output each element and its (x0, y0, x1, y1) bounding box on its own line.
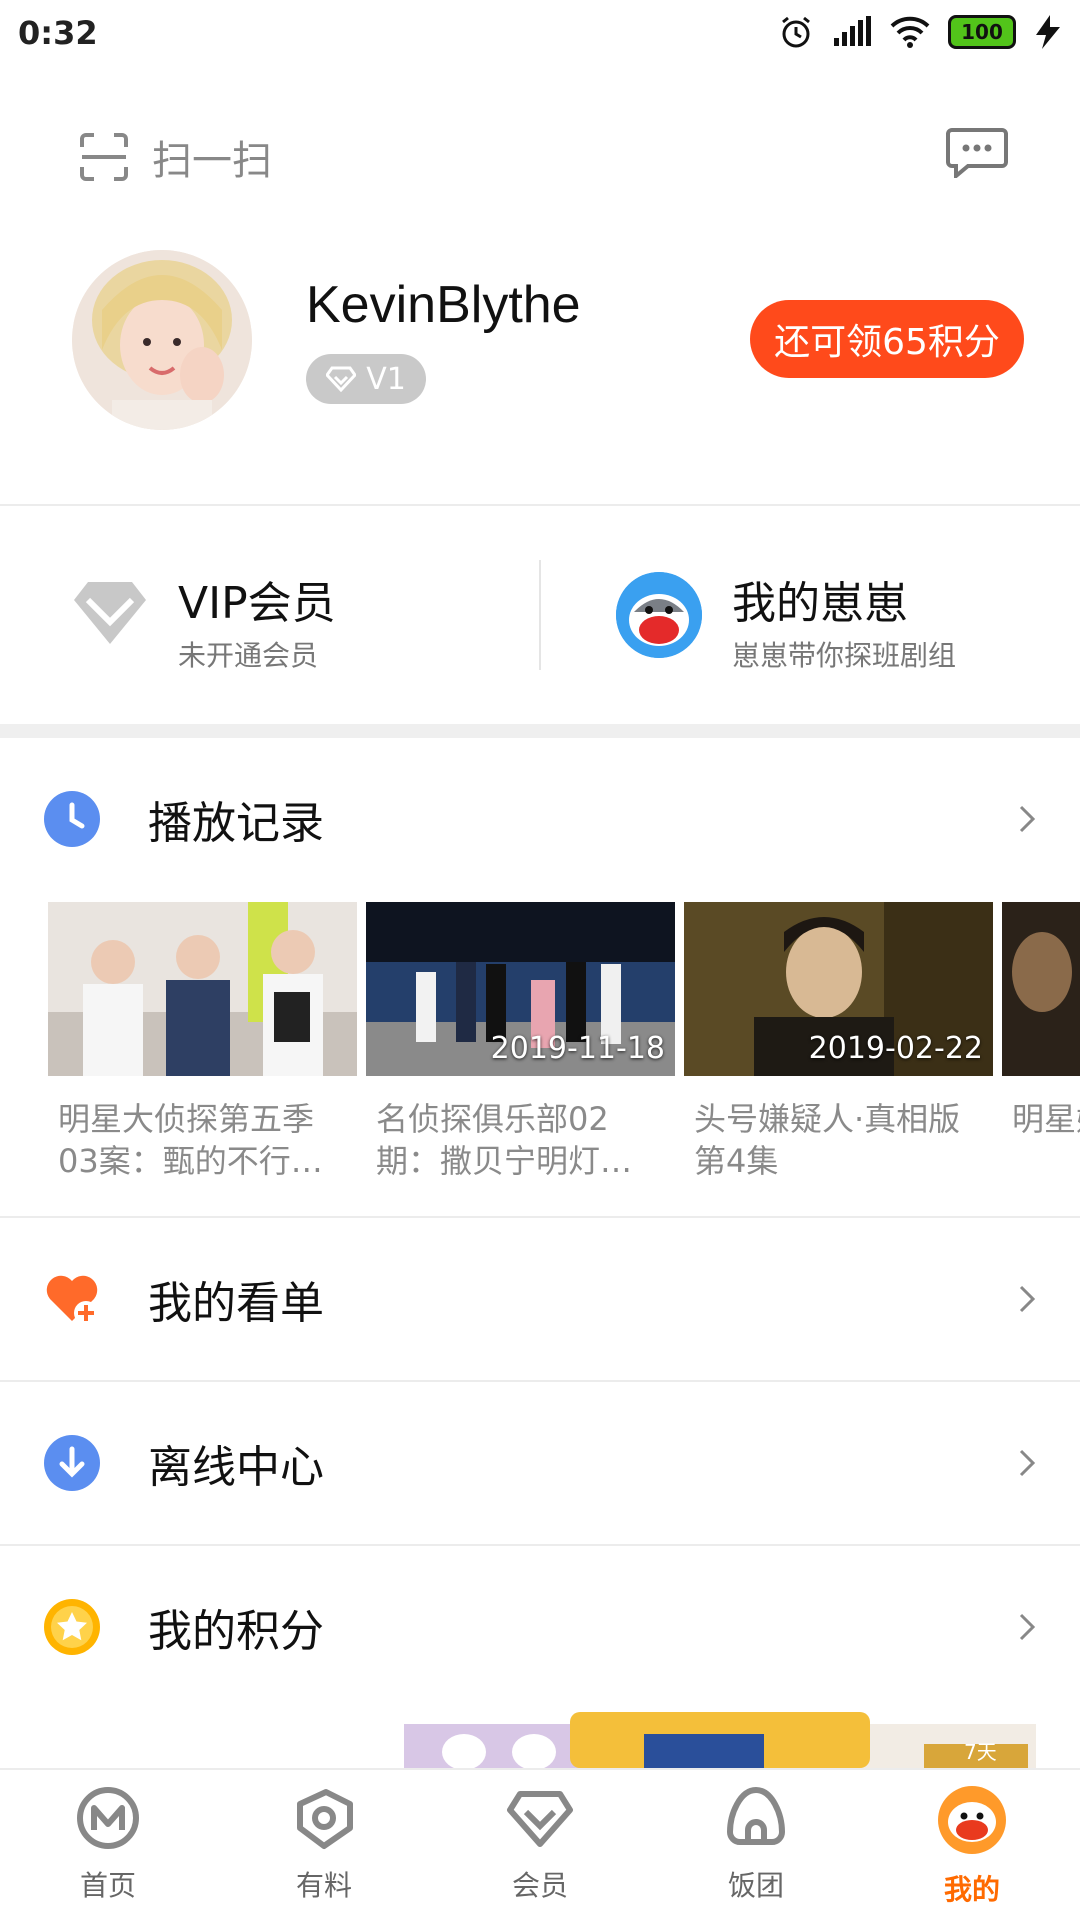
my-points-label: 我的积分 (148, 1606, 324, 1657)
history-title: 明星大侦探第五季 03案：甄的不行… (58, 1100, 323, 1180)
history-item[interactable]: 明星嫌疑 (1002, 902, 1080, 1140)
history-title: 明星嫌疑 (1012, 1100, 1080, 1138)
history-item[interactable]: 2019-02-22 头号嫌疑人·真相版 第4集 (684, 902, 993, 1182)
bottom-navigation: 首页 有料 会员 饭团 我的 (0, 1768, 1080, 1922)
vip-title: VIP会员 (178, 578, 336, 629)
heart-add-icon (46, 1275, 98, 1325)
diamond-icon (326, 366, 357, 392)
nav-mine[interactable]: 我的 (912, 1784, 1032, 1908)
chevron-right-icon (1019, 1449, 1036, 1477)
offline-center-row[interactable]: 离线中心 (0, 1382, 1080, 1544)
scan-button[interactable]: 扫一扫 (78, 128, 272, 186)
chevron-right-icon (1019, 1285, 1036, 1313)
scan-icon (80, 133, 128, 181)
nav-home-label: 首页 (79, 1869, 136, 1902)
alarm-icon (782, 16, 810, 48)
message-icon[interactable] (946, 126, 1008, 178)
section-divider (0, 724, 1080, 738)
scan-label: 扫一扫 (152, 138, 272, 184)
zaizai-mascot-icon (616, 572, 702, 658)
star-coin-icon (44, 1599, 100, 1655)
zaizai-title: 我的崽崽 (732, 578, 908, 629)
fantuan-icon (726, 1786, 786, 1845)
history-thumbnail (48, 902, 357, 1076)
home-logo-icon (77, 1787, 139, 1849)
vip-subtitle: 未开通会员 (178, 639, 319, 672)
play-history-row[interactable]: 播放记录 (0, 738, 1080, 900)
nav-fantuan[interactable]: 饭团 (696, 1784, 816, 1904)
clock-icon (44, 791, 100, 847)
history-thumbnail (1002, 902, 1080, 1076)
nav-mine-label: 我的 (943, 1873, 1000, 1906)
banner-text: 7天 (964, 1740, 997, 1764)
member-diamond-icon (507, 1791, 573, 1847)
promo-banner[interactable]: 7天 (404, 1712, 1036, 1770)
status-icons: 100 (778, 14, 1062, 50)
chevron-right-icon (1019, 1613, 1036, 1641)
vip-diamond-icon (74, 582, 146, 644)
level-text: V1 (366, 361, 406, 397)
nav-member-label: 会员 (511, 1869, 568, 1902)
watchlist-row[interactable]: 我的看单 (0, 1218, 1080, 1380)
nav-youliao[interactable]: 有料 (264, 1784, 384, 1904)
history-date: 2019-11-18 (490, 1031, 665, 1066)
zaizai-subtitle: 崽崽带你探班剧组 (732, 639, 957, 672)
history-item[interactable]: 明星大侦探第五季 03案：甄的不行… (48, 902, 357, 1182)
signal-icon (834, 16, 871, 46)
history-thumbnail: 2019-11-18 (366, 902, 675, 1076)
claim-points-button[interactable]: 还可领65积分 (750, 300, 1024, 378)
status-time: 0:32 (18, 14, 98, 52)
nav-member[interactable]: 会员 (480, 1784, 600, 1904)
offline-center-label: 离线中心 (148, 1442, 324, 1493)
nav-home[interactable]: 首页 (48, 1784, 168, 1904)
download-icon (44, 1435, 100, 1491)
history-item[interactable]: 2019-11-18 名侦探俱乐部02期：撒贝宁明灯… (366, 902, 675, 1182)
battery-indicator: 100 (948, 15, 1016, 49)
nav-youliao-label: 有料 (295, 1869, 352, 1902)
history-list: 明星大侦探第五季 03案：甄的不行… 2019-11-18 名侦探俱乐部02期：… (48, 902, 1080, 1182)
avatar[interactable] (72, 250, 252, 430)
youliao-icon (297, 1789, 353, 1849)
history-title: 头号嫌疑人·真相版 第4集 (694, 1100, 961, 1180)
nav-fantuan-label: 饭团 (727, 1869, 784, 1902)
mine-mascot-icon (938, 1786, 1006, 1854)
history-title: 名侦探俱乐部02期：撒贝宁明灯… (376, 1100, 633, 1180)
play-history-label: 播放记录 (148, 798, 324, 849)
my-points-row[interactable]: 我的积分 (0, 1546, 1080, 1708)
watchlist-label: 我的看单 (148, 1278, 324, 1329)
level-badge: V1 (306, 354, 426, 404)
chevron-right-icon (1019, 805, 1036, 833)
history-date: 2019-02-22 (808, 1031, 983, 1066)
username: KevinBlythe (306, 276, 581, 334)
history-thumbnail: 2019-02-22 (684, 902, 993, 1076)
charging-icon (1036, 15, 1060, 49)
wifi-icon (890, 16, 930, 48)
